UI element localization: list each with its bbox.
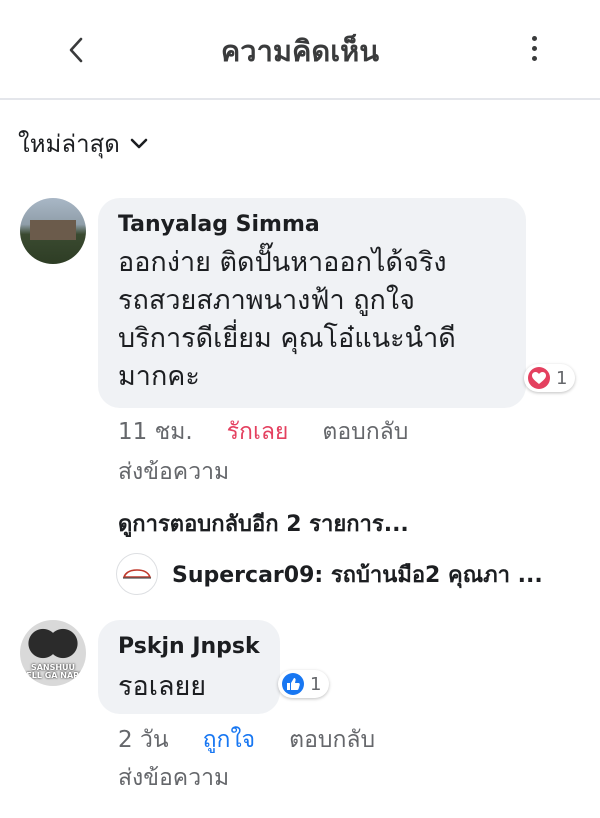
reply-button[interactable]: ตอบกลับ: [322, 414, 408, 450]
page-title: ความคิดเห็น: [220, 34, 380, 68]
comment-line: ออกง่าย ติดปั๊นหาออกได้จริง: [118, 247, 447, 278]
love-button[interactable]: รักเลย: [227, 414, 289, 450]
heart-icon: [528, 367, 550, 389]
comment-time: 2 วัน: [118, 727, 169, 753]
sort-label: ใหม่ล่าสุด: [18, 130, 120, 158]
more-icon: [530, 36, 538, 61]
comment-line: บริการดีเยี่ยม คุณโอ๋แนะนำดี: [118, 323, 456, 354]
comment-text: ออกง่าย ติดปั๊นหาออกได้จริง รถสวยสภาพนาง…: [118, 244, 518, 396]
reaction-number: 1: [310, 673, 322, 695]
like-button[interactable]: ถูกใจ: [203, 722, 256, 758]
reaction-number: 1: [556, 367, 568, 389]
comment-bubble: Pskjn Jnpsk รอเลยย: [98, 620, 280, 714]
more-button[interactable]: [530, 36, 538, 66]
car-logo-icon: [116, 553, 158, 595]
comment-line: รอเลยย: [118, 671, 207, 702]
comment-text: รอเลยย: [118, 668, 278, 706]
reply-preview[interactable]: Supercar09: รถบ้านมือ2 คุณภา ...: [116, 552, 586, 596]
comment-bubble: Tanyalag Simma ออกง่าย ติดปั๊นหาออกได้จร…: [98, 198, 526, 408]
reaction-count[interactable]: 1: [524, 364, 576, 392]
comment-line: มากคะ: [118, 361, 200, 392]
reply-preview-text: Supercar09: รถบ้านมือ2 คุณภา ...: [172, 562, 543, 588]
sort-dropdown[interactable]: ใหม่ล่าสุด: [18, 124, 148, 163]
avatar[interactable]: SANSHUU BELL GA NARU: [20, 620, 86, 686]
thumbs-up-icon: [282, 673, 304, 695]
comment-author[interactable]: Tanyalag Simma: [118, 212, 320, 237]
app-header: ความคิดเห็น: [0, 0, 600, 100]
reply-button[interactable]: ตอบกลับ: [289, 722, 375, 758]
avatar-brand-text: SANSHUU BELL GA NARU: [20, 663, 86, 680]
reaction-count[interactable]: 1: [278, 670, 330, 698]
chevron-down-icon: [130, 138, 148, 150]
comment-time: 11 ชม.: [118, 419, 193, 445]
avatar[interactable]: [20, 198, 86, 264]
send-message-link[interactable]: ส่งข้อความ: [118, 454, 229, 490]
comment-author[interactable]: Pskjn Jnpsk: [118, 634, 260, 659]
view-more-replies[interactable]: ดูการตอบกลับอีก 2 รายการ...: [118, 506, 409, 541]
send-message-link[interactable]: ส่งข้อความ: [118, 760, 229, 796]
comment-actions: 2 วัน ถูกใจ ตอบกลับ: [118, 722, 409, 758]
comment-actions: 11 ชม. รักเลย ตอบกลับ: [118, 414, 442, 450]
comment-line: รถสวยสภาพนางฟ้า ถูกใจ: [118, 285, 415, 316]
